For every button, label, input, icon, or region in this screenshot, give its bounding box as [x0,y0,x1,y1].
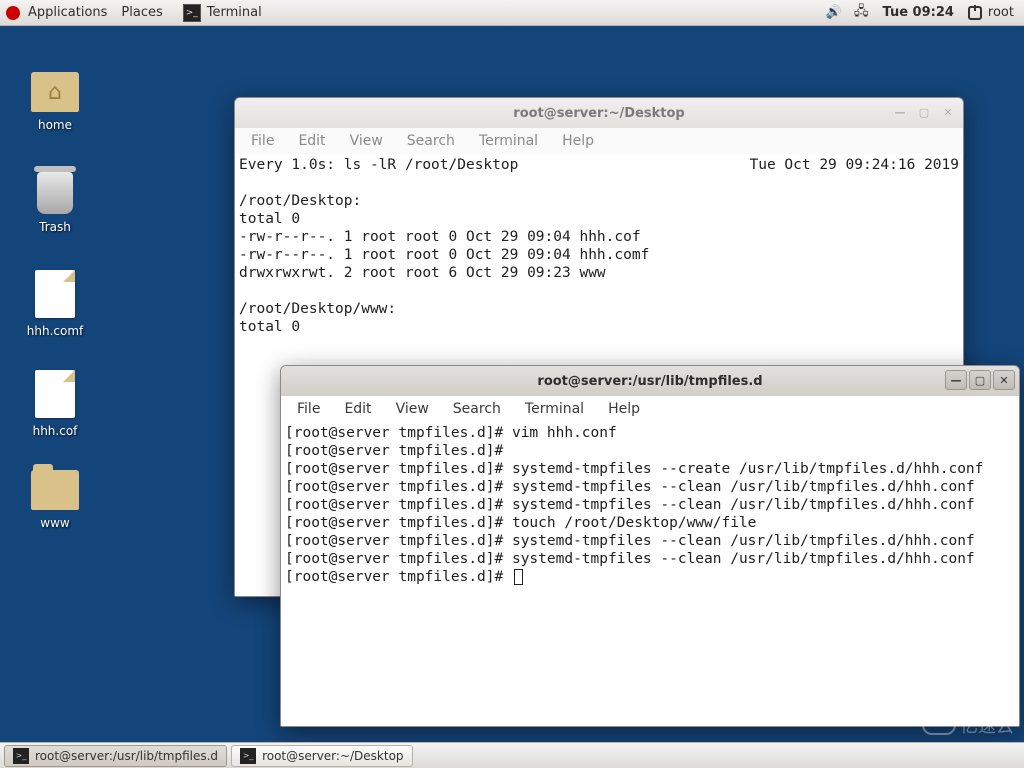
menu-file[interactable]: File [241,131,284,151]
minimize-button[interactable]: — [889,102,911,122]
network-icon[interactable]: 🖧 [854,2,869,24]
minimize-button[interactable]: — [945,370,967,390]
desktop-icon-label: www [10,516,100,530]
taskbar-item-1[interactable]: >_ root@server:~/Desktop [231,745,412,767]
panel-current-app-label: Terminal [207,5,262,20]
menu-edit[interactable]: Edit [334,399,381,419]
menu-terminal[interactable]: Terminal [469,131,548,151]
menu-view[interactable]: View [386,399,439,419]
volume-icon[interactable]: 🔊 [826,5,842,20]
maximize-button[interactable]: ▢ [969,370,991,390]
maximize-button[interactable]: ▢ [913,102,935,122]
window-shell-titlebar[interactable]: root@server:/usr/lib/tmpfiles.d — ▢ ✕ [281,366,1019,396]
desktop-icon-trash[interactable]: Trash [10,172,100,234]
window-watch-menubar: File Edit View Search Terminal Help [235,128,963,154]
panel-user[interactable]: root [968,5,1014,20]
menu-view[interactable]: View [340,131,393,151]
taskbar-item-label: root@server:~/Desktop [262,749,403,763]
terminal-icon: >_ [240,748,256,764]
window-shell[interactable]: root@server:/usr/lib/tmpfiles.d — ▢ ✕ Fi… [280,365,1020,727]
panel-current-app[interactable]: >_ Terminal [183,4,262,22]
window-watch-title: root@server:~/Desktop [513,106,684,121]
window-watch-titlebar[interactable]: root@server:~/Desktop — ▢ ✕ [235,98,963,128]
panel-clock[interactable]: Tue 09:24 [883,5,954,20]
desktop-icon-cof[interactable]: hhh.cof [10,370,100,438]
desktop-icon-label: hhh.cof [10,424,100,438]
folder-icon [31,470,79,510]
close-button[interactable]: ✕ [937,102,959,122]
home-icon [31,72,79,112]
trash-icon [37,172,73,214]
menu-terminal[interactable]: Terminal [515,399,594,419]
distro-icon [6,6,20,20]
taskbar-item-label: root@server:/usr/lib/tmpfiles.d [35,749,218,763]
window-shell-menubar: File Edit View Search Terminal Help [281,396,1019,422]
window-shell-title: root@server:/usr/lib/tmpfiles.d [537,374,762,389]
terminal-cursor [514,569,523,585]
desktop-icon-comf[interactable]: hhh.comf [10,270,100,338]
power-icon [968,6,982,20]
menu-search[interactable]: Search [397,131,465,151]
desktop-icon-label: Trash [10,220,100,234]
panel-applications[interactable]: Applications [28,5,107,20]
desktop-icon-label: hhh.comf [10,324,100,338]
menu-help[interactable]: Help [552,131,604,151]
taskbar: >_ root@server:/usr/lib/tmpfiles.d >_ root@… [0,742,1024,768]
file-icon [35,270,75,318]
top-panel: Applications Places >_ Terminal 🔊 🖧 Tue … [0,0,1024,26]
desktop-icon-www[interactable]: www [10,470,100,530]
menu-file[interactable]: File [287,399,330,419]
taskbar-item-0[interactable]: >_ root@server:/usr/lib/tmpfiles.d [4,745,227,767]
window-shell-body[interactable]: [root@server tmpfiles.d]# vim hhh.conf[r… [281,422,1019,726]
menu-search[interactable]: Search [443,399,511,419]
desktop-icon-label: home [10,118,100,132]
menu-help[interactable]: Help [598,399,650,419]
panel-user-label: root [988,5,1014,20]
terminal-icon: >_ [183,4,201,22]
file-icon [35,370,75,418]
desktop-icon-home[interactable]: home [10,72,100,132]
close-button[interactable]: ✕ [993,370,1015,390]
panel-places[interactable]: Places [121,5,162,20]
terminal-icon: >_ [13,748,29,764]
menu-edit[interactable]: Edit [288,131,335,151]
